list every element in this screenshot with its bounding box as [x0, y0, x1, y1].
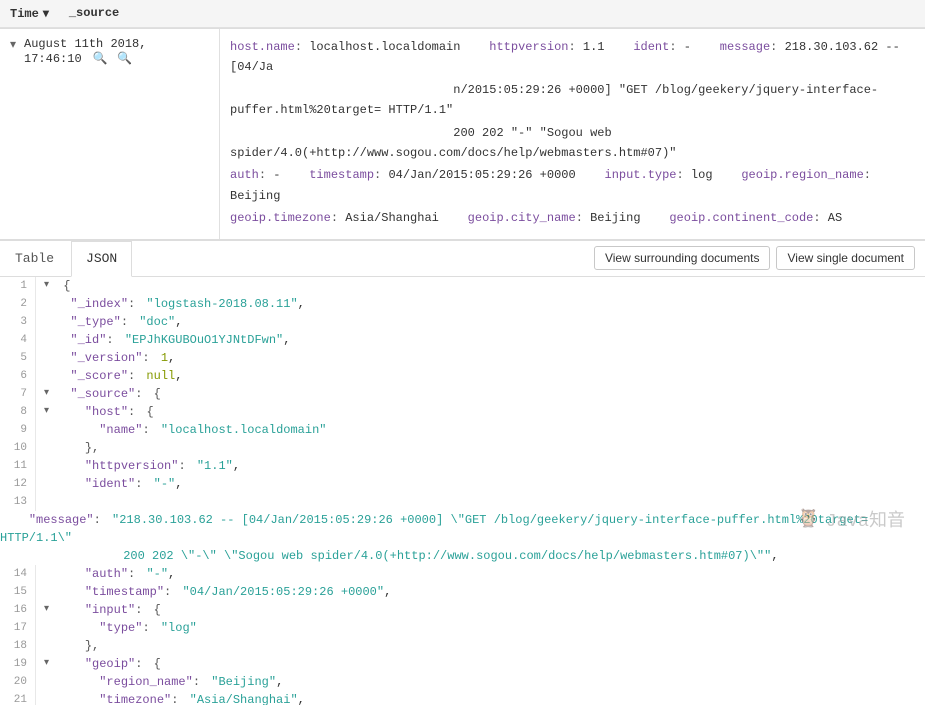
source-column-header: _source — [59, 0, 925, 28]
line-toggle[interactable]: ▾ — [44, 601, 56, 619]
json-line: 13 "message": "218.30.103.62 -- [04/Jan/… — [0, 493, 925, 565]
tab-list: Table JSON — [0, 240, 134, 276]
time-cell: ▾ August 11th 2018, 17:46:10 🔍 🔍 — [0, 29, 220, 239]
sort-icon[interactable]: ▾ — [43, 6, 49, 21]
line-number: 8 — [0, 403, 36, 421]
json-line: 18 }, — [0, 637, 925, 655]
line-number: 9 — [0, 421, 36, 439]
json-line: 1 ▾ { — [0, 277, 925, 295]
line-number: 14 — [0, 565, 36, 583]
json-line: 21 "timezone": "Asia/Shanghai", — [0, 691, 925, 705]
source-line-4: auth: - timestamp: 04/Jan/2015:05:29:26 … — [230, 165, 915, 206]
tab-action-buttons: View surrounding documents View single d… — [594, 246, 925, 270]
json-line: 2 "_index": "logstash-2018.08.11", — [0, 295, 925, 313]
source-header-label: _source — [69, 6, 119, 20]
line-number: 5 — [0, 349, 36, 367]
time-header-label: Time — [10, 7, 39, 21]
filter-remove-icon[interactable]: 🔍 — [117, 52, 132, 66]
json-line: 4 "_id": "EPJhKGUBOuO1YJNtDFwn", — [0, 331, 925, 349]
line-number: 12 — [0, 475, 36, 493]
line-toggle[interactable]: ▾ — [44, 403, 56, 421]
watermark-icon: 🦉 — [797, 508, 819, 530]
line-number: 10 — [0, 439, 36, 457]
source-line-1: host.name: localhost.localdomain httpver… — [230, 37, 915, 78]
line-number: 7 — [0, 385, 36, 403]
view-surrounding-button[interactable]: View surrounding documents — [594, 246, 771, 270]
line-toggle[interactable]: ▾ — [44, 655, 56, 673]
json-line: 7 ▾ "_source": { — [0, 385, 925, 403]
tab-table[interactable]: Table — [0, 240, 69, 276]
line-number: 3 — [0, 313, 36, 331]
json-line: 6 "_score": null, — [0, 367, 925, 385]
json-line: 9 "name": "localhost.localdomain" — [0, 421, 925, 439]
json-content: 1 ▾ { 2 "_index": "logstash-2018.08.11",… — [0, 277, 925, 705]
time-column-header[interactable]: Time ▾ — [0, 0, 59, 28]
header-section: Time ▾ _source ▾ August 11th 2018, 17:46… — [0, 0, 925, 241]
json-line: 20 "region_name": "Beijing", — [0, 673, 925, 691]
view-single-button[interactable]: View single document — [776, 246, 915, 270]
json-line: 17 "type": "log" — [0, 619, 925, 637]
json-line: 12 "ident": "-", — [0, 475, 925, 493]
data-row: ▾ August 11th 2018, 17:46:10 🔍 🔍 host.na… — [0, 29, 925, 240]
line-number: 6 — [0, 367, 36, 385]
source-cell: host.name: localhost.localdomain httpver… — [220, 29, 925, 239]
line-number: 4 — [0, 331, 36, 349]
json-line: 8 ▾ "host": { — [0, 403, 925, 421]
watermark: 🦉 Java知音 — [797, 506, 905, 532]
line-number: 2 — [0, 295, 36, 313]
line-number: 18 — [0, 637, 36, 655]
line-number: 16 — [0, 601, 36, 619]
json-line: 10 }, — [0, 439, 925, 457]
line-number: 21 — [0, 691, 36, 705]
line-toggle — [44, 295, 56, 313]
source-line-2: n/2015:05:29:26 +0000] "GET /blog/geeker… — [230, 80, 915, 121]
line-toggle[interactable]: ▾ — [44, 277, 56, 295]
line-number: 20 — [0, 673, 36, 691]
json-line: 3 "_type": "doc", — [0, 313, 925, 331]
source-line-5: geoip.timezone: Asia/Shanghai geoip.city… — [230, 208, 915, 228]
json-line: 14 "auth": "-", — [0, 565, 925, 583]
source-line-3: 200 202 "-" "Sogou web spider/4.0(+http:… — [230, 123, 915, 164]
json-line: 19 ▾ "geoip": { — [0, 655, 925, 673]
json-line: 5 "_version": 1, — [0, 349, 925, 367]
line-number: 1 — [0, 277, 36, 295]
row-toggle[interactable]: ▾ — [10, 37, 16, 52]
line-number: 17 — [0, 619, 36, 637]
tab-bar: Table JSON View surrounding documents Vi… — [0, 241, 925, 277]
json-line: 16 ▾ "input": { — [0, 601, 925, 619]
line-number: 19 — [0, 655, 36, 673]
line-number: 13 — [0, 493, 36, 511]
json-line: 15 "timestamp": "04/Jan/2015:05:29:26 +0… — [0, 583, 925, 601]
watermark-text: Java知音 — [826, 506, 905, 532]
line-toggle[interactable]: ▾ — [44, 385, 56, 403]
tab-json[interactable]: JSON — [71, 241, 132, 277]
field-host-name: host.name — [230, 40, 295, 54]
line-number: 11 — [0, 457, 36, 475]
filter-add-icon[interactable]: 🔍 — [93, 52, 108, 66]
line-number: 15 — [0, 583, 36, 601]
json-line: 11 "httpversion": "1.1", — [0, 457, 925, 475]
